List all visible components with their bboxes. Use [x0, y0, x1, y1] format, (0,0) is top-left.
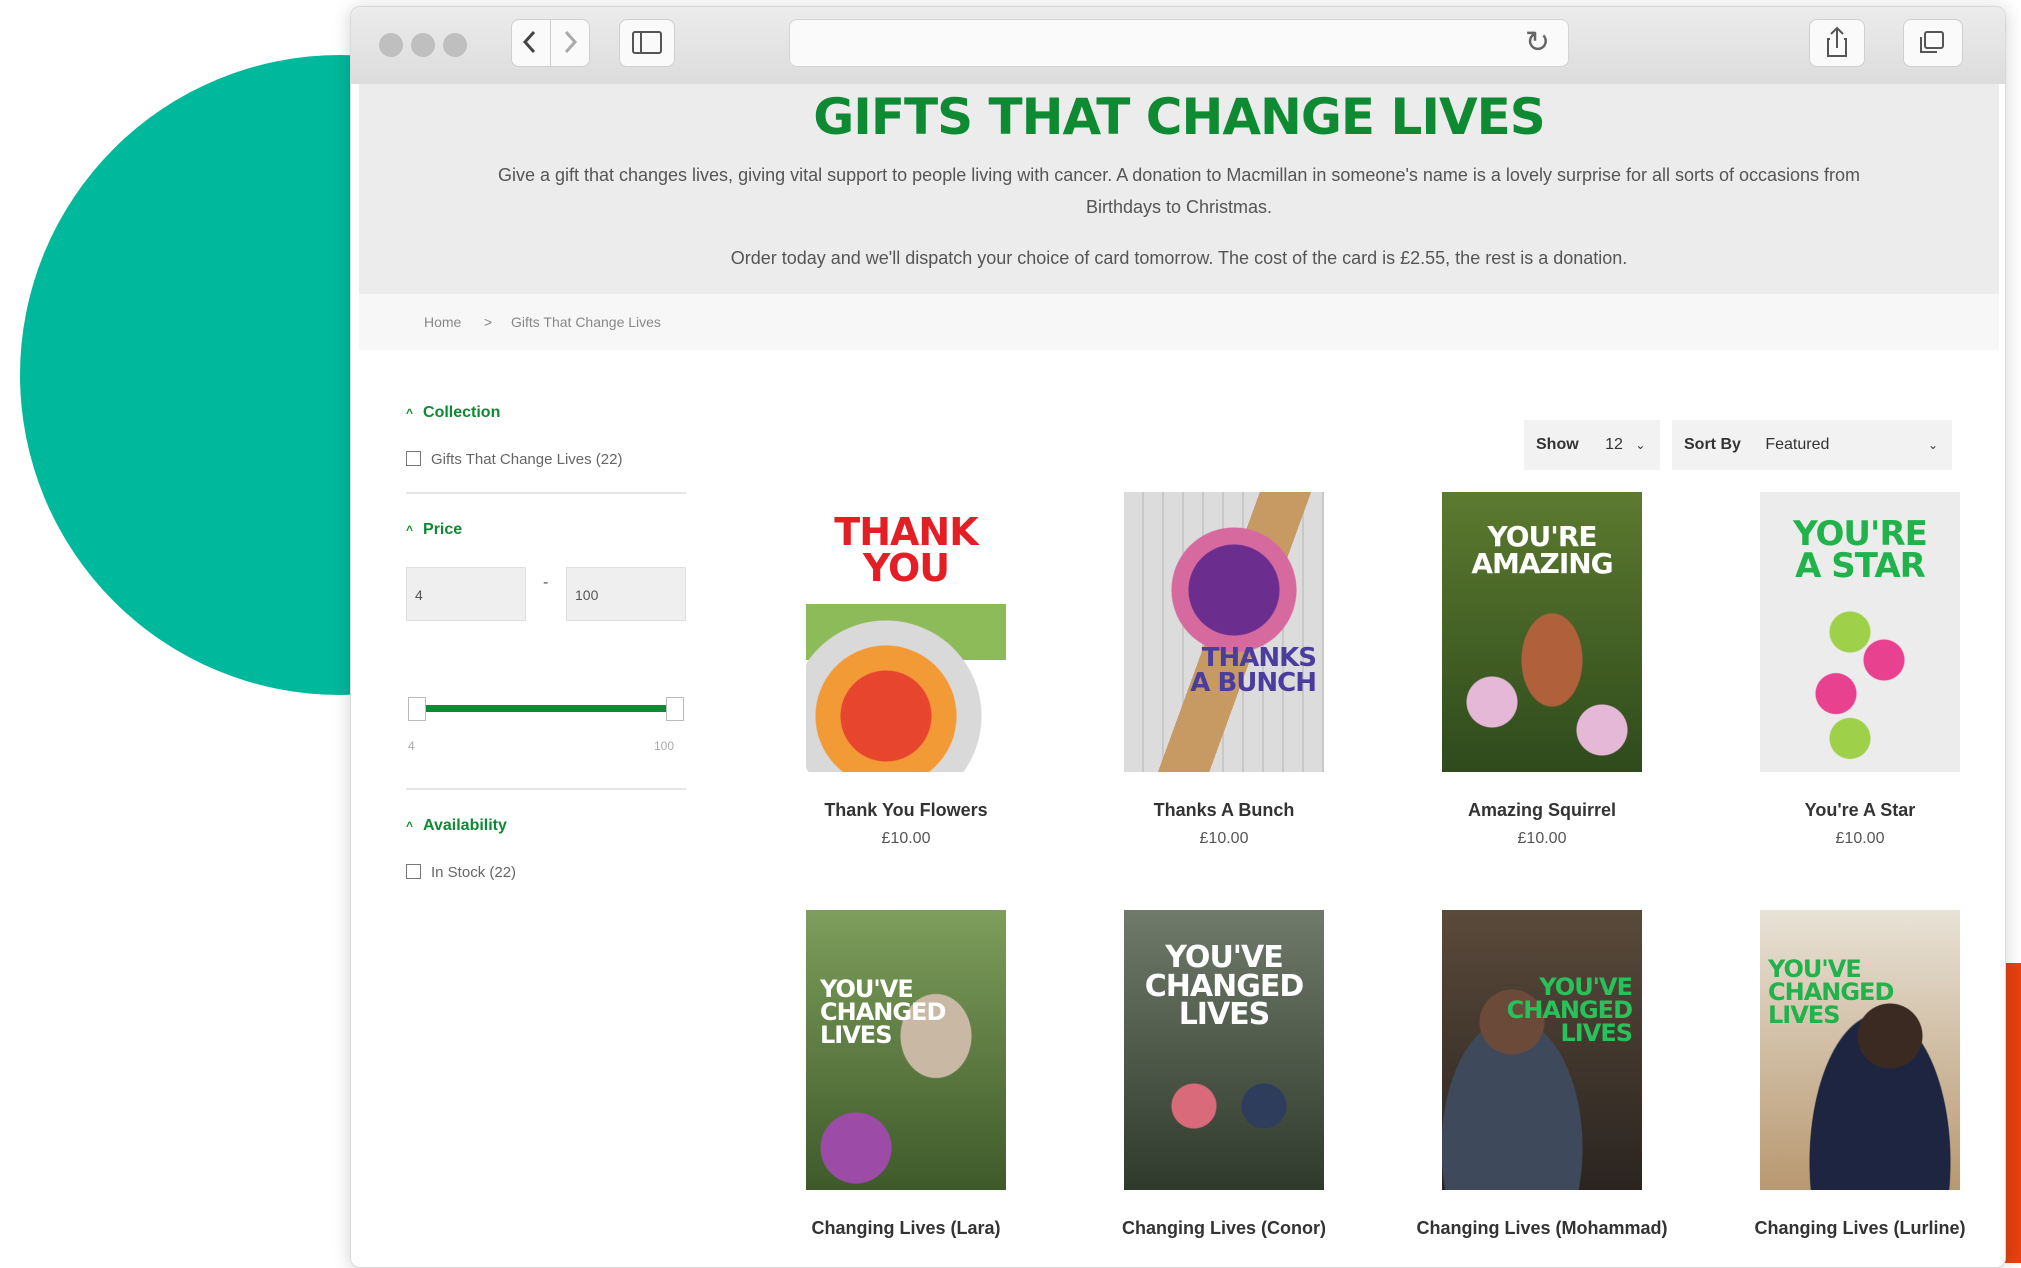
product-image[interactable]: YOU'RE AMAZING — [1442, 492, 1642, 772]
chevron-up-icon: ^ — [406, 523, 414, 537]
collection-filter-label: Collection — [423, 404, 501, 421]
product-price: £10.00 — [1199, 830, 1249, 847]
collection-checkbox-row[interactable]: Gifts That Change Lives (22) — [406, 450, 622, 470]
sort-label: Sort By — [1684, 436, 1741, 453]
price-slider-max-handle[interactable] — [666, 697, 684, 721]
card-image-text: THANKS A BUNCH — [1190, 643, 1317, 698]
tabs-icon — [1920, 31, 1944, 53]
availability-checkbox-row[interactable]: In Stock (22) — [406, 863, 516, 883]
card-image-text: YOU'RE A STAR — [1793, 514, 1928, 587]
breadcrumb-home-link[interactable]: Home — [424, 294, 461, 350]
product-card[interactable]: THANK YOU Thank You Flowers £10.00 — [756, 492, 1056, 848]
hero-description-cont: Birthdays to Christmas. — [1085, 197, 1273, 217]
chevron-left-icon — [522, 30, 536, 54]
product-price: £10.00 — [881, 830, 931, 847]
product-image[interactable]: YOU'RE A STAR — [1760, 492, 1960, 772]
product-image[interactable]: YOU'VE CHANGED LIVES — [1442, 910, 1642, 1190]
card-image-text: YOU'VE CHANGED LIVES — [820, 975, 946, 1049]
card-image-text: YOU'VE CHANGED LIVES — [1144, 940, 1304, 1032]
collection-option-label: Gifts That Change Lives (22) — [431, 451, 623, 468]
availability-option-label: In Stock (22) — [431, 864, 517, 881]
chevron-up-icon: ^ — [406, 406, 414, 420]
availability-filter-toggle[interactable]: ^ Availability — [406, 817, 507, 835]
checkbox[interactable] — [406, 451, 421, 466]
price-range-min-label: 4 — [408, 739, 415, 753]
product-card[interactable]: YOU'VE CHANGED LIVES Changing Lives (Conor… — [1074, 910, 1374, 1239]
product-name[interactable]: Changing Lives (Mohammad) — [1392, 1218, 1692, 1239]
divider — [406, 788, 686, 790]
product-card[interactable]: YOU'RE A STAR You're A Star £10.00 — [1710, 492, 2005, 848]
breadcrumb-current: Gifts That Change Lives — [511, 314, 661, 330]
card-image-text: THANK YOU — [834, 510, 978, 591]
price-min-input[interactable]: 4 — [406, 567, 526, 621]
browser-toolbar: ↻ — [351, 7, 2005, 85]
share-icon — [1827, 26, 1847, 57]
minimize-window-button[interactable] — [411, 33, 435, 57]
product-name[interactable]: Amazing Squirrel — [1392, 800, 1692, 821]
card-image-text: YOU'VE CHANGED LIVES — [1768, 955, 1894, 1029]
price-max-input[interactable]: 100 — [566, 567, 686, 621]
breadcrumb-separator: > — [484, 314, 493, 330]
product-image[interactable]: YOU'VE CHANGED LIVES — [806, 910, 1006, 1190]
price-filter-toggle[interactable]: ^ Price — [406, 521, 462, 539]
tabs-button[interactable] — [1903, 19, 1963, 67]
browser-window: ↻ GIFTS THAT CHANGE LIVES Give a gift th… — [350, 6, 2006, 1268]
sidebar-toggle-button[interactable] — [619, 19, 675, 67]
price-filter-label: Price — [423, 521, 463, 538]
product-name[interactable]: Thank You Flowers — [756, 800, 1056, 821]
product-image[interactable]: THANKS A BUNCH — [1124, 492, 1324, 772]
breadcrumb: Home > Gifts That Change Lives — [359, 294, 1999, 350]
back-button[interactable] — [511, 19, 551, 67]
product-card[interactable]: YOU'VE CHANGED LIVES Changing Lives (Lurli… — [1710, 910, 2005, 1239]
reload-icon[interactable]: ↻ — [1525, 20, 1550, 66]
product-card[interactable]: THANKS A BUNCH Thanks A Bunch £10.00 — [1074, 492, 1374, 848]
share-button[interactable] — [1809, 19, 1865, 67]
hero-description: Give a gift that changes lives, giving v… — [497, 165, 1861, 185]
card-image-text: YOU'RE AMAZING — [1471, 520, 1613, 580]
product-name[interactable]: Changing Lives (Lurline) — [1710, 1218, 2005, 1239]
product-name[interactable]: Thanks A Bunch — [1074, 800, 1374, 821]
show-value: 12 — [1605, 436, 1623, 453]
checkbox[interactable] — [406, 864, 421, 879]
price-slider-track[interactable] — [416, 705, 666, 712]
sidebar-icon — [632, 31, 662, 54]
availability-filter-label: Availability — [423, 817, 507, 834]
card-image-text: YOU'VE CHANGED LIVES — [1506, 973, 1633, 1047]
sort-by-select[interactable]: Sort By Featured ⌄ — [1672, 420, 1952, 470]
product-image[interactable]: YOU'VE CHANGED LIVES — [1124, 910, 1324, 1190]
chevron-up-icon: ^ — [406, 819, 414, 833]
product-price: £10.00 — [1517, 830, 1567, 847]
forward-button[interactable] — [550, 19, 590, 67]
chevron-down-icon: ⌄ — [1927, 438, 1938, 452]
web-page: GIFTS THAT CHANGE LIVES Give a gift that… — [351, 84, 2005, 1267]
price-range-max-label: 100 — [654, 739, 675, 753]
product-card[interactable]: YOU'RE AMAZING Amazing Squirrel £10.00 — [1392, 492, 1692, 848]
order-note: Order today and we'll dispatch your choi… — [730, 248, 1628, 268]
price-range-separator: - — [543, 574, 549, 591]
product-name[interactable]: You're A Star — [1710, 800, 2005, 821]
close-window-button[interactable] — [379, 33, 403, 57]
product-card[interactable]: YOU'VE CHANGED LIVES Changing Lives (Moham… — [1392, 910, 1692, 1239]
product-name[interactable]: Changing Lives (Lara) — [756, 1218, 1056, 1239]
product-price: £10.00 — [1835, 830, 1885, 847]
product-name[interactable]: Changing Lives (Conor) — [1074, 1218, 1374, 1239]
hero-banner: GIFTS THAT CHANGE LIVES Give a gift that… — [359, 84, 1999, 294]
product-image[interactable]: YOU'VE CHANGED LIVES — [1760, 910, 1960, 1190]
show-label: Show — [1536, 436, 1579, 453]
chevron-right-icon — [564, 30, 578, 54]
product-card[interactable]: YOU'VE CHANGED LIVES Changing Lives (Lara) — [756, 910, 1056, 1239]
chevron-down-icon: ⌄ — [1635, 438, 1646, 452]
show-per-page-select[interactable]: Show 12 ⌄ — [1524, 420, 1660, 470]
price-slider-min-handle[interactable] — [408, 697, 426, 721]
page-title: GIFTS THAT CHANGE LIVES — [813, 88, 1546, 146]
maximize-window-button[interactable] — [443, 33, 467, 57]
sort-value: Featured — [1765, 436, 1830, 453]
divider — [406, 492, 686, 494]
address-bar[interactable]: ↻ — [789, 19, 1569, 67]
collection-filter-toggle[interactable]: ^ Collection — [406, 404, 500, 422]
product-image[interactable]: THANK YOU — [806, 492, 1006, 772]
